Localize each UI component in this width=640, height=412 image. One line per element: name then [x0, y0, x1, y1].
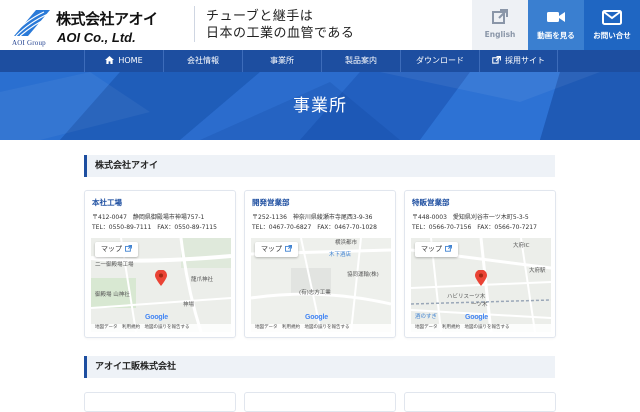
- nav-item-company[interactable]: 会社情報: [163, 50, 242, 72]
- map-place-label: 協同運輸(株): [347, 272, 379, 278]
- office-name: 本社工場: [92, 198, 122, 207]
- section-heading: アオイ工販株式会社: [84, 356, 555, 378]
- map-place-label: 木下酒店: [329, 252, 352, 258]
- office-card: [244, 392, 396, 412]
- map-link-label: マップ: [261, 245, 282, 253]
- open-map-link[interactable]: マップ: [415, 242, 458, 257]
- nav-item-download[interactable]: ダウンロード: [400, 50, 479, 72]
- office-map[interactable]: マップ 大府IC 大府駅 ハビリスーツ木 一ツ木 酒のすぎ Google 地図デ…: [411, 238, 551, 332]
- logo-mark-icon: [11, 10, 51, 37]
- contact-button-label: お問い合せ: [593, 31, 631, 40]
- open-map-link[interactable]: マップ: [95, 242, 138, 257]
- map-footer: 地図データ 利用規約 地図の誤りを報告する: [91, 324, 231, 332]
- nav-item-label: HOME: [118, 56, 143, 65]
- external-link-icon: [492, 56, 501, 64]
- office-card-development-sales: 開発営業部 〒252-1136 神奈川県綾瀬市寺尾西3-9-36 TEL：046…: [244, 190, 396, 338]
- video-button[interactable]: 動画を見る: [528, 0, 584, 50]
- external-link-icon: [125, 245, 132, 252]
- video-button-label: 動画を見る: [537, 31, 575, 40]
- logo-group-text: AOI Group: [12, 39, 46, 47]
- external-link-icon: [492, 9, 508, 24]
- map-place-label: (有)志方工業: [299, 290, 331, 296]
- office-tel-fax: TEL：0550-89-7111 FAX：0550-89-7115: [92, 224, 217, 231]
- nav-item-offices[interactable]: 事業所: [242, 50, 321, 72]
- office-card: [84, 392, 236, 412]
- map-place-label: 横浜都市: [335, 240, 358, 246]
- logo-company-name-jp: 株式会社アオイ: [56, 10, 158, 28]
- map-footer: 地図データ 利用規約 地図の誤りを報告する: [251, 324, 391, 332]
- office-card-headquarters: 本社工場 〒412-0047 静岡県御殿場市神場757-1 TEL：0550-8…: [84, 190, 236, 338]
- google-logo: Google: [305, 314, 328, 321]
- english-button-label: English: [484, 30, 516, 39]
- nav-item-label: 製品案内: [345, 56, 377, 65]
- office-name: 開発営業部: [252, 198, 290, 207]
- map-place-label: 大府駅: [529, 268, 546, 274]
- office-address: 〒448-0003 愛知県刈谷市一ツ木町5-3-5: [412, 214, 529, 221]
- map-place-label: 龍爪神社: [191, 277, 214, 283]
- logo-company-name-en: AOI Co., Ltd.: [57, 30, 136, 45]
- map-place-label: 大府IC: [513, 243, 530, 249]
- tagline-line-2: 日本の工業の血管である: [206, 26, 355, 41]
- tagline: チューブと継手は 日本の工業の血管である: [206, 8, 354, 42]
- office-card: [404, 392, 556, 412]
- office-map[interactable]: マップ 二一御殿場工場 御殿場 山神社 神場 龍爪神社 Google 地図データ…: [91, 238, 231, 332]
- tagline-line-1: チューブと継手は: [206, 9, 314, 24]
- office-card-special-sales: 特販営業部 〒448-0003 愛知県刈谷市一ツ木町5-3-5 TEL：0566…: [404, 190, 556, 338]
- office-name: 特販営業部: [412, 198, 450, 207]
- external-link-icon: [285, 245, 292, 252]
- nav-item-label: 事業所: [270, 56, 294, 65]
- map-link-label: マップ: [421, 245, 442, 253]
- main-nav: HOME 会社情報 事業所 製品案内 ダウンロード 採用サイト: [0, 50, 640, 72]
- map-link-label: マップ: [101, 245, 122, 253]
- nav-item-label: 会社情報: [187, 56, 219, 65]
- nav-item-recruit[interactable]: 採用サイト: [479, 50, 558, 72]
- map-pin-icon[interactable]: [155, 270, 167, 286]
- company-logo[interactable]: AOI Group 株式会社アオイ AOI Co., Ltd.: [10, 6, 190, 47]
- header-divider: [194, 6, 195, 42]
- page-hero: 事業所: [0, 72, 640, 140]
- office-tel-fax: TEL：0467-70-6827 FAX：0467-70-1028: [252, 224, 377, 231]
- section-heading-text: アオイ工販株式会社: [95, 362, 177, 372]
- map-place-label: 神場: [183, 302, 195, 308]
- nav-item-products[interactable]: 製品案内: [321, 50, 400, 72]
- office-tel-fax: TEL：0566-70-7156 FAX：0566-70-7217: [412, 224, 537, 231]
- map-place-label: 一ツ木: [471, 302, 488, 308]
- video-camera-icon: [547, 12, 565, 22]
- mail-icon: [602, 10, 622, 25]
- office-address: 〒412-0047 静岡県御殿場市神場757-1: [92, 214, 205, 221]
- map-place-label: 御殿場 山神社: [95, 292, 130, 298]
- map-place-label: ハビリスーツ木: [447, 294, 486, 300]
- contact-button[interactable]: お問い合せ: [584, 0, 640, 50]
- map-footer: 地図データ 利用規約 地図の誤りを報告する: [411, 324, 551, 332]
- external-link-icon: [445, 245, 452, 252]
- office-address: 〒252-1136 神奈川県綾瀬市寺尾西3-9-36: [252, 214, 373, 221]
- map-place-label: 二一御殿場工場: [95, 262, 134, 268]
- english-button[interactable]: English: [472, 0, 528, 50]
- map-pin-icon[interactable]: [475, 270, 487, 286]
- site-header: AOI Group 株式会社アオイ AOI Co., Ltd. チューブと継手は…: [0, 0, 640, 50]
- open-map-link[interactable]: マップ: [255, 242, 298, 257]
- home-icon: [105, 56, 115, 64]
- nav-item-label: ダウンロード: [416, 56, 464, 65]
- nav-item-label: 採用サイト: [505, 56, 545, 65]
- nav-item-home[interactable]: HOME: [84, 50, 163, 72]
- map-place-label: 酒のすぎ: [415, 314, 438, 320]
- office-map[interactable]: マップ 横浜都市 木下酒店 協同運輸(株) (有)志方工業 Google 地図デ…: [251, 238, 391, 332]
- section-heading-text: 株式会社アオイ: [95, 161, 159, 171]
- google-logo: Google: [145, 314, 168, 321]
- google-logo: Google: [465, 314, 488, 321]
- section-heading: 株式会社アオイ: [84, 155, 555, 177]
- page-title: 事業所: [293, 96, 347, 116]
